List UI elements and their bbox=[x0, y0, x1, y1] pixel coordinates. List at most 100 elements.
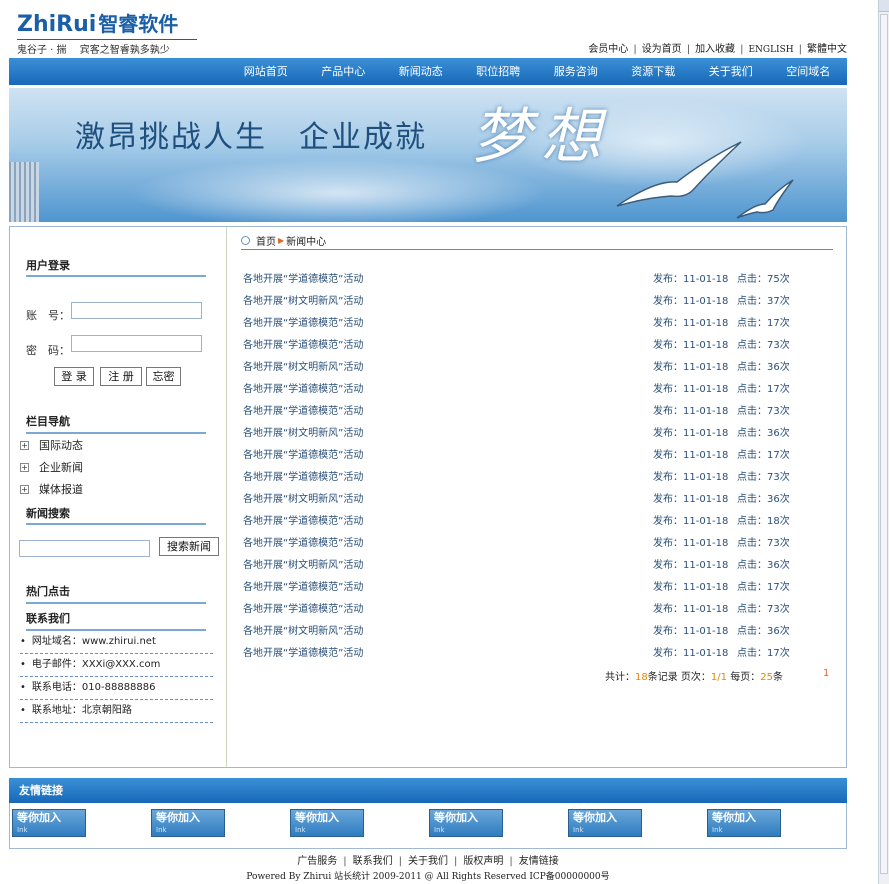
nav-products[interactable]: 产品中心 bbox=[305, 58, 383, 85]
pager-total: 18 bbox=[635, 672, 648, 683]
nav-domains[interactable]: 空间域名 bbox=[770, 58, 848, 85]
friend-link-label: 等你加入 bbox=[295, 811, 339, 824]
friend-link-sub: Ink bbox=[17, 826, 28, 834]
account-input[interactable] bbox=[71, 302, 202, 319]
forgot-password-button[interactable]: 忘密 bbox=[146, 367, 181, 386]
news-title-link[interactable]: 各地开展“树文明新风”活动 bbox=[243, 423, 363, 445]
news-date: 发布：11-01-18 bbox=[653, 516, 729, 527]
news-title-link[interactable]: 各地开展“学道德模范”活动 bbox=[243, 533, 363, 555]
news-meta: 发布：11-01-18 点击：36次 bbox=[653, 489, 790, 511]
news-meta: 发布：11-01-18 点击：17次 bbox=[653, 313, 790, 335]
member-center-link[interactable]: 会员中心 bbox=[588, 44, 628, 55]
news-title-link[interactable]: 各地开展“树文明新风”活动 bbox=[243, 555, 363, 577]
arrow-right-icon: ▶ bbox=[278, 236, 285, 245]
friend-link-banner[interactable]: 等你加入 Ink bbox=[290, 809, 364, 837]
news-meta: 发布：11-01-18 点击：73次 bbox=[653, 401, 790, 423]
nav-home[interactable]: 网站首页 bbox=[227, 58, 305, 85]
friend-link-banner[interactable]: 等你加入 Ink bbox=[429, 809, 503, 837]
nav-downloads[interactable]: 资源下载 bbox=[615, 58, 693, 85]
category-item-company-news[interactable]: + 企业新闻 bbox=[20, 459, 83, 475]
login-button[interactable]: 登 录 bbox=[54, 367, 94, 386]
pager-text: 共计： bbox=[605, 672, 635, 683]
separator: | bbox=[798, 44, 802, 55]
logo-brand-a: Zhi bbox=[17, 12, 57, 37]
banner-slogan: 激昂挑战人生 企业成就 bbox=[75, 120, 427, 155]
news-hits: 点击：17次 bbox=[737, 582, 790, 593]
news-row: 各地开展“树文明新风”活动 发布：11-01-18 点击：36次 bbox=[243, 555, 803, 577]
news-title-link[interactable]: 各地开展“学道德模范”活动 bbox=[243, 401, 363, 423]
footer-friend-link[interactable]: 友情链接 bbox=[519, 856, 559, 867]
news-title-link[interactable]: 各地开展“学道德模范”活动 bbox=[243, 643, 363, 665]
password-input[interactable] bbox=[71, 335, 202, 352]
news-meta: 发布：11-01-18 点击：36次 bbox=[653, 423, 790, 445]
news-search-input[interactable] bbox=[19, 540, 150, 557]
category-item-label: 媒体报道 bbox=[39, 483, 83, 496]
news-date: 发布：11-01-18 bbox=[653, 428, 729, 439]
news-title-link[interactable]: 各地开展“学道德模范”活动 bbox=[243, 335, 363, 357]
footer-copyright-link[interactable]: 版权声明 bbox=[463, 856, 503, 867]
news-search-button[interactable]: 搜索新闻 bbox=[159, 537, 219, 556]
news-title-link[interactable]: 各地开展“学道德模范”活动 bbox=[243, 511, 363, 533]
traditional-chinese-link[interactable]: 繁體中文 bbox=[807, 44, 847, 55]
news-title-link[interactable]: 各地开展“树文明新风”活动 bbox=[243, 291, 363, 313]
news-title-link[interactable]: 各地开展“学道德模范”活动 bbox=[243, 577, 363, 599]
news-title-link[interactable]: 各地开展“树文明新风”活动 bbox=[243, 357, 363, 379]
main-nav: 网站首页 产品中心 新闻动态 职位招聘 服务咨询 资源下载 关于我们 空间域名 bbox=[9, 58, 847, 85]
breadcrumb-home[interactable]: 首页 bbox=[256, 233, 276, 248]
scroll-thumb[interactable] bbox=[880, 14, 888, 874]
footer-ads-link[interactable]: 广告服务 bbox=[297, 856, 337, 867]
news-title-link[interactable]: 各地开展“学道德模范”活动 bbox=[243, 269, 363, 291]
add-favorite-link[interactable]: 加入收藏 bbox=[695, 44, 735, 55]
news-date: 发布：11-01-18 bbox=[653, 274, 729, 285]
friend-link-banner[interactable]: 等你加入 Ink bbox=[707, 809, 781, 837]
friend-link-banner[interactable]: 等你加入 Ink bbox=[568, 809, 642, 837]
vertical-scrollbar[interactable] bbox=[878, 0, 889, 884]
register-button[interactable]: 注 册 bbox=[100, 367, 142, 386]
category-title: 栏目导航 bbox=[26, 415, 70, 428]
friend-link-sub: Ink bbox=[573, 826, 584, 834]
nav-about[interactable]: 关于我们 bbox=[692, 58, 770, 85]
header: ZhiRui 智睿软件 鬼谷子 · 揣 宾客之智睿孰多孰少 会员中心 | 设为首页 | 加… bbox=[9, 0, 847, 58]
news-content: 首页 ▶ 新闻中心 各地开展“学道德模范”活动 发布：11-01-18 点击：75次… bbox=[227, 227, 847, 767]
footer-contact-link[interactable]: 联系我们 bbox=[353, 856, 393, 867]
category-item-international[interactable]: + 国际动态 bbox=[20, 437, 83, 453]
friend-link-banner[interactable]: 等你加入 Ink bbox=[12, 809, 86, 837]
news-meta: 发布：11-01-18 点击：17次 bbox=[653, 643, 790, 665]
news-title-link[interactable]: 各地开展“学道德模范”活动 bbox=[243, 599, 363, 621]
divider bbox=[26, 432, 206, 434]
friend-link-banner[interactable]: 等你加入 Ink bbox=[151, 809, 225, 837]
nav-news[interactable]: 新闻动态 bbox=[382, 58, 460, 85]
news-date: 发布：11-01-18 bbox=[653, 296, 729, 307]
news-hits: 点击：37次 bbox=[737, 296, 790, 307]
news-title-link[interactable]: 各地开展“树文明新风”活动 bbox=[243, 489, 363, 511]
news-title-link[interactable]: 各地开展“学道德模范”活动 bbox=[243, 467, 363, 489]
news-date: 发布：11-01-18 bbox=[653, 362, 729, 373]
news-row: 各地开展“学道德模范”活动 发布：11-01-18 点击：18次 bbox=[243, 511, 803, 533]
set-homepage-link[interactable]: 设为首页 bbox=[642, 44, 682, 55]
news-row: 各地开展“树文明新风”活动 发布：11-01-18 点击：36次 bbox=[243, 621, 803, 643]
news-meta: 发布：11-01-18 点击：73次 bbox=[653, 335, 790, 357]
news-date: 发布：11-01-18 bbox=[653, 494, 729, 505]
nav-jobs[interactable]: 职位招聘 bbox=[460, 58, 538, 85]
english-link[interactable]: ENGLISH bbox=[748, 45, 793, 55]
nav-service[interactable]: 服务咨询 bbox=[537, 58, 615, 85]
news-title-link[interactable]: 各地开展“学道德模范”活动 bbox=[243, 313, 363, 335]
news-title-link[interactable]: 各地开展“树文明新风”活动 bbox=[243, 621, 363, 643]
page-link[interactable]: 1 bbox=[823, 668, 829, 679]
site-logo[interactable]: ZhiRui 智睿软件 鬼谷子 · 揣 宾客之智睿孰多孰少 bbox=[17, 12, 197, 56]
category-item-media[interactable]: + 媒体报道 bbox=[20, 481, 83, 497]
logo-tagline: 鬼谷子 · 揣 宾客之智睿孰多孰少 bbox=[17, 39, 197, 56]
news-title-link[interactable]: 各地开展“学道德模范”活动 bbox=[243, 379, 363, 401]
news-date: 发布：11-01-18 bbox=[653, 472, 729, 483]
divider bbox=[26, 629, 206, 631]
news-title-link[interactable]: 各地开展“学道德模范”活动 bbox=[243, 445, 363, 467]
news-hits: 点击：17次 bbox=[737, 318, 790, 329]
footer-about-link[interactable]: 关于我们 bbox=[408, 856, 448, 867]
scroll-up-icon[interactable] bbox=[879, 0, 889, 12]
pager-text: 每页： bbox=[727, 672, 761, 683]
breadcrumb: 首页 ▶ 新闻中心 bbox=[241, 232, 833, 250]
friend-link-label: 等你加入 bbox=[712, 811, 756, 824]
hot-clicks-title: 热门点击 bbox=[26, 585, 70, 598]
contact-address: 联系地址：北京朝阳路 bbox=[20, 701, 213, 723]
breadcrumb-current: 新闻中心 bbox=[286, 237, 327, 248]
